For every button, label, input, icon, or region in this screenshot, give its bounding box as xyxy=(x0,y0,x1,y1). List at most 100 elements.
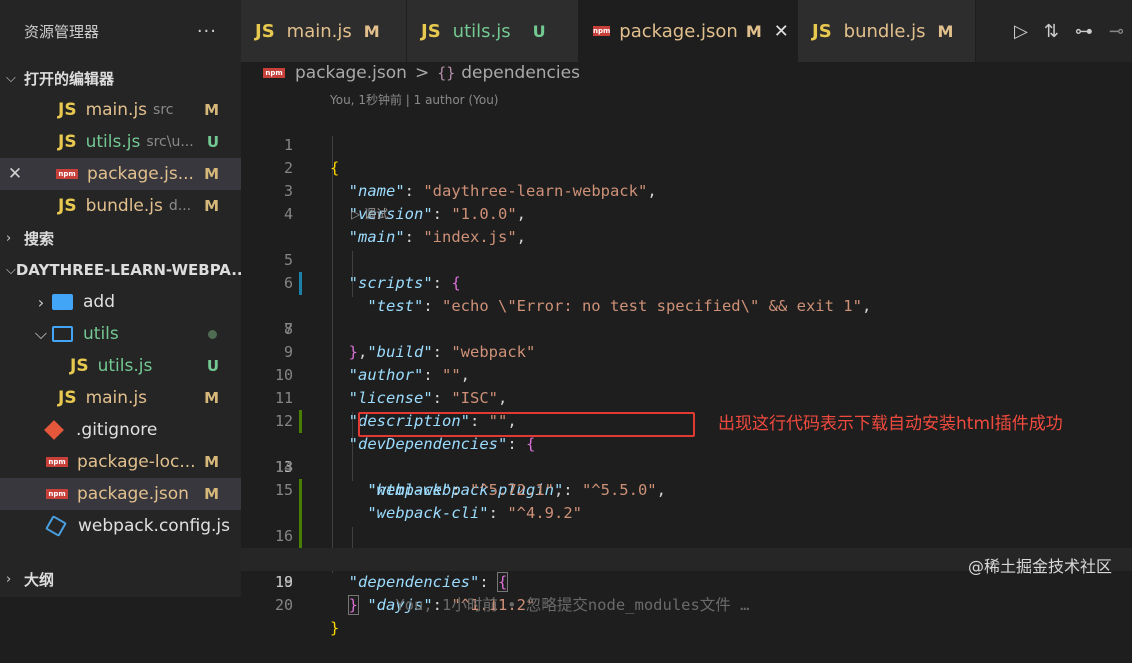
tab-status: U xyxy=(532,21,546,41)
tab-label: main.js xyxy=(286,20,352,42)
vscode-window: 资源管理器 ··· ⌵ 打开的编辑器 JS main.js src M JS u… xyxy=(0,0,1132,637)
open-editor-filename: package.js... xyxy=(87,164,194,184)
run-icon[interactable]: ▷ xyxy=(1014,21,1028,42)
tree-item-label: webpack.config.js xyxy=(78,516,230,536)
code-line: 6 "test": "echo \"Error: no test specifi… xyxy=(241,249,1132,315)
breadcrumb-symbol[interactable]: dependencies xyxy=(461,63,580,83)
code-line: 17 "dependencies": { xyxy=(241,502,1132,592)
open-editors-section[interactable]: ⌵ 打开的编辑器 xyxy=(0,62,241,94)
search-section[interactable]: › 搜索 xyxy=(0,222,241,254)
explorer-title: 资源管理器 xyxy=(24,22,100,41)
chevron-down-icon: ⌵ xyxy=(6,262,16,278)
code-line: 2 "name": "daythree-learn-webpack", xyxy=(241,134,1132,200)
js-file-icon: JS xyxy=(421,20,441,42)
gutter-added-marker[interactable] xyxy=(299,410,302,433)
js-file-icon: JS xyxy=(255,20,275,42)
code-line: 12 "devDependencies": { xyxy=(241,387,1132,453)
npm-file-icon: npm xyxy=(46,489,68,499)
code-line: 3 "version": "1.0.0", xyxy=(241,157,1132,223)
outline-label: 大纲 xyxy=(24,570,55,589)
breadcrumb: npm package.json > {} dependencies xyxy=(241,62,1132,84)
open-editor-path: src xyxy=(153,102,174,118)
tree-item-label: main.js xyxy=(85,388,148,408)
breadcrumb-file[interactable]: package.json xyxy=(295,63,407,83)
tab-bundle-js[interactable]: JS bundle.js M xyxy=(798,0,976,62)
gutter-added-marker[interactable] xyxy=(299,502,302,525)
code-line: 4 "main": "index.js", xyxy=(241,180,1132,246)
debug-codelens-label[interactable]: ▷ 调试 xyxy=(351,203,388,226)
tab-main-js[interactable]: JS main.js M xyxy=(241,0,407,62)
code-line: 9 "author": "", xyxy=(241,318,1132,384)
git-status-badge: M xyxy=(204,389,219,407)
tree-file-webpack-config[interactable]: webpack.config.js xyxy=(0,510,241,542)
tab-label: bundle.js xyxy=(843,20,926,42)
code-line: 10 "license": "ISC", xyxy=(241,341,1132,407)
chevron-right-icon: › xyxy=(6,230,12,246)
code-line: 1 { xyxy=(241,111,1132,177)
untracked-dot xyxy=(208,329,217,339)
open-editor-path: src\u... xyxy=(146,134,194,150)
close-icon[interactable]: ✕ xyxy=(774,21,789,42)
outline-section[interactable]: › 大纲 xyxy=(0,563,241,595)
tab-utils-js[interactable]: JS utils.js U xyxy=(407,0,579,62)
tab-package-json[interactable]: npm package.json M ✕ xyxy=(579,0,798,62)
tree-file-main-js[interactable]: JS main.js M xyxy=(0,382,241,414)
timeline-icon[interactable]: ⊸ xyxy=(1109,21,1124,42)
open-editor-utils-js[interactable]: JS utils.js src\u... U xyxy=(0,126,241,158)
gutter-modified-marker[interactable] xyxy=(299,272,302,295)
tab-status: M xyxy=(937,21,954,41)
braces-icon: {} xyxy=(437,64,456,82)
tab-status: M xyxy=(745,21,762,41)
editor-actions: ▷ ⇅ ⊶ ⊸ xyxy=(1014,0,1124,62)
debug-codelens[interactable]: ▷ 调试 xyxy=(241,203,1132,226)
git-status-badge: M xyxy=(204,485,219,503)
commit-graph-icon[interactable]: ⊶ xyxy=(1075,21,1093,42)
code-line: 8 }, xyxy=(241,295,1132,361)
gutter-added-marker[interactable] xyxy=(299,525,302,548)
tree-item-label: package-loc... xyxy=(77,452,196,472)
project-label: DAYTHREE-LEARN-WEBPA... xyxy=(15,261,241,279)
chevron-right-icon: › xyxy=(37,292,45,312)
js-file-icon: JS xyxy=(58,196,77,216)
tree-file-gitignore[interactable]: .gitignore xyxy=(0,414,241,446)
more-actions-icon[interactable]: ··· xyxy=(197,21,217,42)
breadcrumb-separator: > xyxy=(414,63,430,83)
source-control-compare-icon[interactable]: ⇅ xyxy=(1044,21,1059,42)
git-blame-header[interactable]: You, 1秒钟前 | 1 author (You) xyxy=(330,91,498,108)
tree-file-utils-js[interactable]: JS utils.js U xyxy=(0,350,241,382)
close-editor-icon[interactable]: ✕ xyxy=(0,164,30,184)
folder-open-icon xyxy=(52,326,73,342)
explorer-header: 资源管理器 ··· xyxy=(0,0,241,62)
open-editor-filename: main.js xyxy=(85,100,148,120)
brace: } xyxy=(330,619,340,637)
open-editor-bundle-js[interactable]: JS bundle.js d... M xyxy=(0,190,241,222)
js-file-icon: JS xyxy=(58,388,77,408)
tree-folder-add[interactable]: › add xyxy=(0,286,241,318)
watermark: @稀土掘金技术社区 xyxy=(967,557,1112,576)
open-editor-package-json[interactable]: ✕ npm package.js... M xyxy=(0,158,241,190)
code-line: 18 "dayjs": "^1.11.2" xyxy=(241,525,1132,614)
git-status-badge: U xyxy=(206,357,219,375)
code-line: 5 "scripts": { xyxy=(241,226,1132,292)
annotation-text: 出现这行代码表示下载自动安装html插件成功 xyxy=(718,414,1063,434)
tab-status: M xyxy=(363,21,380,41)
js-file-icon: JS xyxy=(58,132,77,152)
js-file-icon: JS xyxy=(812,20,832,42)
inline-git-blame[interactable]: You, 1小时前 • 忽略提交node_modules文件 … xyxy=(395,596,749,614)
open-editors-label: 打开的编辑器 xyxy=(24,69,115,88)
git-status-badge: M xyxy=(204,165,219,183)
js-file-icon: JS xyxy=(70,356,89,376)
chevron-down-icon: ⌵ xyxy=(6,70,16,86)
code-line: 11 "description": "", xyxy=(241,364,1132,430)
open-editor-main-js[interactable]: JS main.js src M xyxy=(0,94,241,126)
git-icon xyxy=(44,420,64,440)
tree-file-package-lock[interactable]: npm package-loc... M xyxy=(0,446,241,478)
gutter-added-marker[interactable] xyxy=(299,479,302,502)
code-editor[interactable]: npm package.json > {} dependencies You, … xyxy=(241,62,1132,637)
project-section[interactable]: ⌵ DAYTHREE-LEARN-WEBPA... xyxy=(0,254,241,286)
tab-label: utils.js xyxy=(452,20,511,42)
npm-file-icon: npm xyxy=(593,26,611,36)
tree-file-package-json[interactable]: npm package.json M xyxy=(0,478,241,510)
tree-folder-utils[interactable]: ⌵ utils xyxy=(0,318,241,350)
line-number: 20 xyxy=(274,596,293,614)
